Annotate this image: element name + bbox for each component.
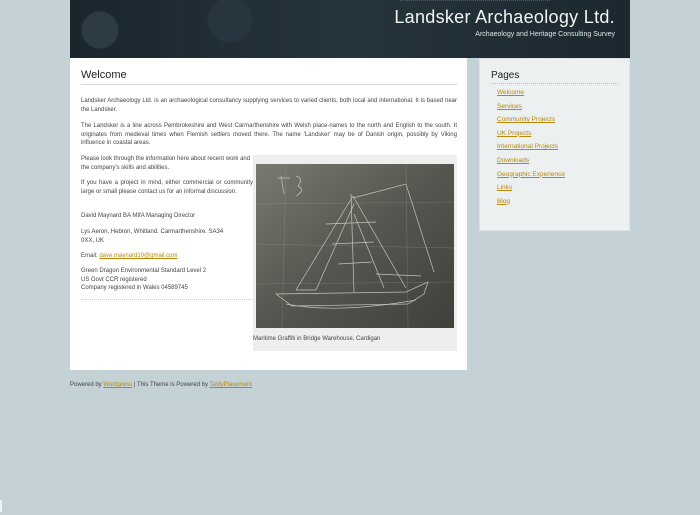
site-title[interactable]: Landsker Archaeology Ltd. (394, 7, 615, 28)
footer-separator: | This Theme is Powered by (132, 382, 210, 388)
accreditation-line: Company registered in Wales 04589745 (81, 285, 188, 292)
footer-wordpress-link[interactable]: Wordpress (103, 382, 132, 388)
sidebar-divider (491, 83, 618, 84)
sidebar-item-welcome: Welcome (497, 89, 565, 103)
contact-name: David Maynard BA MIfA Managing Director (81, 213, 196, 219)
page-title: Welcome (81, 69, 127, 81)
sidebar-link-services[interactable]: Services (497, 103, 522, 110)
ship-graffiti-image (256, 164, 454, 328)
sidebar-link-downloads[interactable]: Downloads (497, 157, 529, 164)
sidebar-item-geographic-experience: Geographic Experience (497, 171, 565, 185)
sidebar: Pages Welcome Services Community Project… (479, 58, 630, 231)
main-content: Welcome Landsker Archaeology Ltd. is an … (70, 58, 467, 370)
site-tagline: Archaeology and Heritage Consulting Surv… (475, 31, 615, 38)
pages-nav: Welcome Services Community Projects UK P… (497, 89, 565, 211)
sidebar-link-links[interactable]: Links (497, 184, 512, 191)
contact-invite-paragraph: If you have a project in mind, either co… (81, 180, 253, 195)
sidebar-link-welcome[interactable]: Welcome (497, 89, 524, 96)
sidebar-heading: Pages (491, 70, 520, 81)
sidebar-item-services: Services (497, 103, 565, 117)
window-corner-marker (0, 500, 2, 512)
site-header: Landsker Archaeology Ltd. Archaeology an… (70, 0, 630, 58)
header-top-divider (400, 0, 550, 3)
landsker-paragraph: The Landsker is a line across Pembrokesh… (81, 123, 457, 147)
content-divider (81, 299, 253, 300)
footer-theme-link[interactable]: TastyPlacement (210, 382, 252, 388)
figure: Maritime Graffiti in Bridge Warehouse, C… (253, 155, 457, 351)
sidebar-item-downloads: Downloads (497, 157, 565, 171)
sidebar-link-international-projects[interactable]: International Projects (497, 143, 558, 150)
sidebar-item-uk-projects: UK Projects (497, 130, 565, 144)
sidebar-link-community-projects[interactable]: Community Projects (497, 116, 555, 123)
email-line: Email: dave.maynard10@gmail.com (81, 252, 253, 261)
footer-powered-by: Powered by (70, 382, 102, 388)
accreditation-line: Green Dragon Environmental Standard Leve… (81, 268, 207, 274)
sidebar-link-blog[interactable]: Blog (497, 198, 510, 205)
email-label: Email: (81, 253, 98, 259)
graffiti-photo (256, 164, 454, 328)
address-line-1: Lys Aeron, Hebron, Whitland. Carmarthens… (81, 229, 224, 235)
figure-caption: Maritime Graffiti in Bridge Warehouse, C… (253, 336, 381, 342)
sidebar-item-community-projects: Community Projects (497, 116, 565, 130)
sidebar-item-blog: Blog (497, 198, 565, 212)
sidebar-link-geographic-experience[interactable]: Geographic Experience (497, 171, 565, 178)
sidebar-item-international-projects: International Projects (497, 143, 565, 157)
info-paragraph: Please look through the information here… (81, 156, 251, 171)
sidebar-item-links: Links (497, 184, 565, 198)
intro-paragraph: Landsker Archaeology Ltd. is an archaeol… (81, 98, 457, 113)
email-link[interactable]: dave.maynard10@gmail.com (99, 253, 177, 259)
title-divider (81, 84, 457, 85)
address-line-2: 0XX, UK (81, 237, 105, 244)
site-footer: Powered by Wordpress | This Theme is Pow… (70, 382, 252, 388)
sidebar-link-uk-projects[interactable]: UK Projects (497, 130, 531, 137)
accreditation-line: US Govt CCR registered (81, 276, 147, 283)
